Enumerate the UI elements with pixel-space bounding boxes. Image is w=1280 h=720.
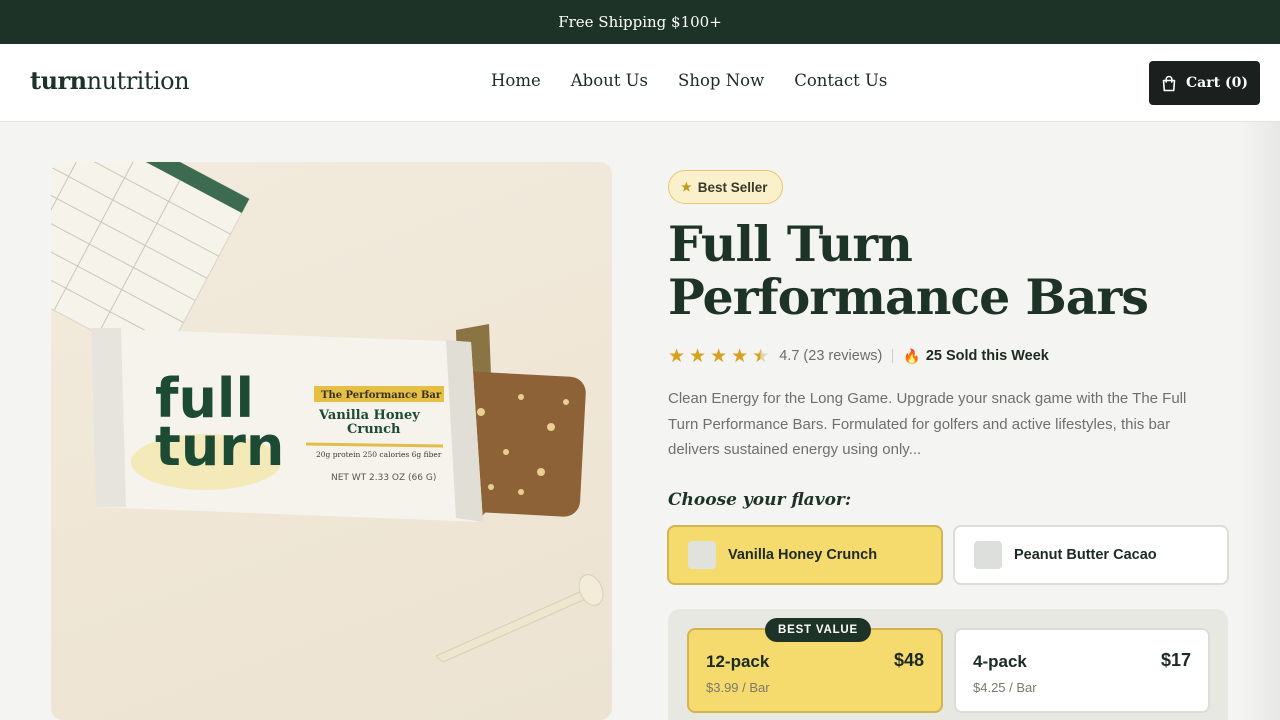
site-header: turnnutrition Home About Us Shop Now Con… [0, 44, 1280, 122]
badge-label: Best Seller [697, 179, 768, 195]
star-half-icon: ★ [752, 345, 770, 367]
pack-price: $48 [893, 650, 924, 670]
wrapper-flavor-2: Crunch [347, 422, 401, 437]
product-description: Clean Energy for the Long Game. Upgrade … [668, 390, 1187, 458]
logo-bold: turn [30, 66, 87, 95]
logo-rest: nutrition [86, 67, 190, 95]
cart-button[interactable]: Cart (0) [1149, 61, 1260, 105]
nav-contact-us[interactable]: Contact Us [794, 71, 887, 90]
star-full-icon: ★ [731, 345, 749, 367]
main-nav: Home About Us Shop Now Contact Us [491, 71, 887, 90]
nav-shop-now[interactable]: Shop Now [678, 71, 764, 90]
star-icon: ★ [681, 180, 692, 194]
pack-option-4-pack[interactable]: 4-pack $17 $4.25 / Bar [954, 628, 1210, 713]
rating-separator [892, 349, 894, 363]
star-full-icon: ★ [668, 345, 686, 367]
pack-price: $17 [1160, 650, 1191, 670]
flavor-label: Vanilla Honey Crunch [728, 547, 878, 563]
flavor-label: Peanut Butter Cacao [1014, 547, 1157, 563]
sold-this-week: 25 Sold this Week [925, 348, 1049, 364]
pack-name: 12-pack [706, 652, 770, 671]
flavor-swatch [974, 541, 1002, 569]
announcement-text: Free Shipping $100+ [558, 13, 722, 31]
star-full-icon: ★ [710, 345, 728, 367]
golf-tee-graphic [435, 574, 604, 663]
product-image[interactable]: full turn The Performance Bar Vanilla Ho… [51, 162, 612, 720]
flavor-option-peanut-butter-cacao[interactable]: Peanut Butter Cacao [953, 525, 1229, 585]
star-rating[interactable]: ★ ★ ★ ★ ★ [668, 345, 769, 368]
rating-row: ★ ★ ★ ★ ★ 4.7 (23 reviews) 🔥 25 Sold thi… [668, 345, 1049, 367]
nav-home[interactable]: Home [491, 71, 541, 90]
bar-wrapper-graphic [91, 328, 483, 522]
product-title: Full Turn Performance Bars [668, 215, 1149, 326]
best-seller-badge: ★ Best Seller [668, 170, 783, 204]
fire-icon: 🔥 [903, 347, 921, 364]
pack-per-bar: $3.99 / Bar [706, 680, 770, 695]
wrapper-brand-line-2: turn [155, 415, 284, 478]
rating-text[interactable]: 4.7 (23 reviews) [779, 348, 882, 364]
announcement-bar: Free Shipping $100+ [0, 0, 1280, 44]
cart-label: Cart (0) [1186, 75, 1248, 91]
nav-about-us[interactable]: About Us [571, 71, 648, 90]
wrapper-tag: The Performance Bar [321, 390, 442, 401]
product-photo-illustration: full turn The Performance Bar Vanilla Ho… [51, 162, 604, 663]
flavor-heading: Choose your flavor: [668, 490, 852, 510]
pack-per-bar: $4.25 / Bar [973, 680, 1037, 695]
wrapper-weight: NET WT 2.33 OZ (66 G) [331, 473, 436, 483]
page-edge-shadow [1240, 122, 1280, 720]
wrapper-stats: 20g protein 250 calories 6g fiber [316, 450, 442, 459]
star-full-icon: ★ [689, 345, 707, 367]
flavor-swatch [688, 541, 716, 569]
best-value-tag: BEST VALUE [765, 618, 871, 642]
pack-name: 4-pack [973, 652, 1027, 671]
shopping-bag-icon [1162, 75, 1176, 91]
logo[interactable]: turnnutrition [30, 66, 190, 95]
wrapper-flavor-1: Vanilla Honey [318, 408, 420, 423]
flavor-option-vanilla-honey-crunch[interactable]: Vanilla Honey Crunch [667, 525, 943, 585]
